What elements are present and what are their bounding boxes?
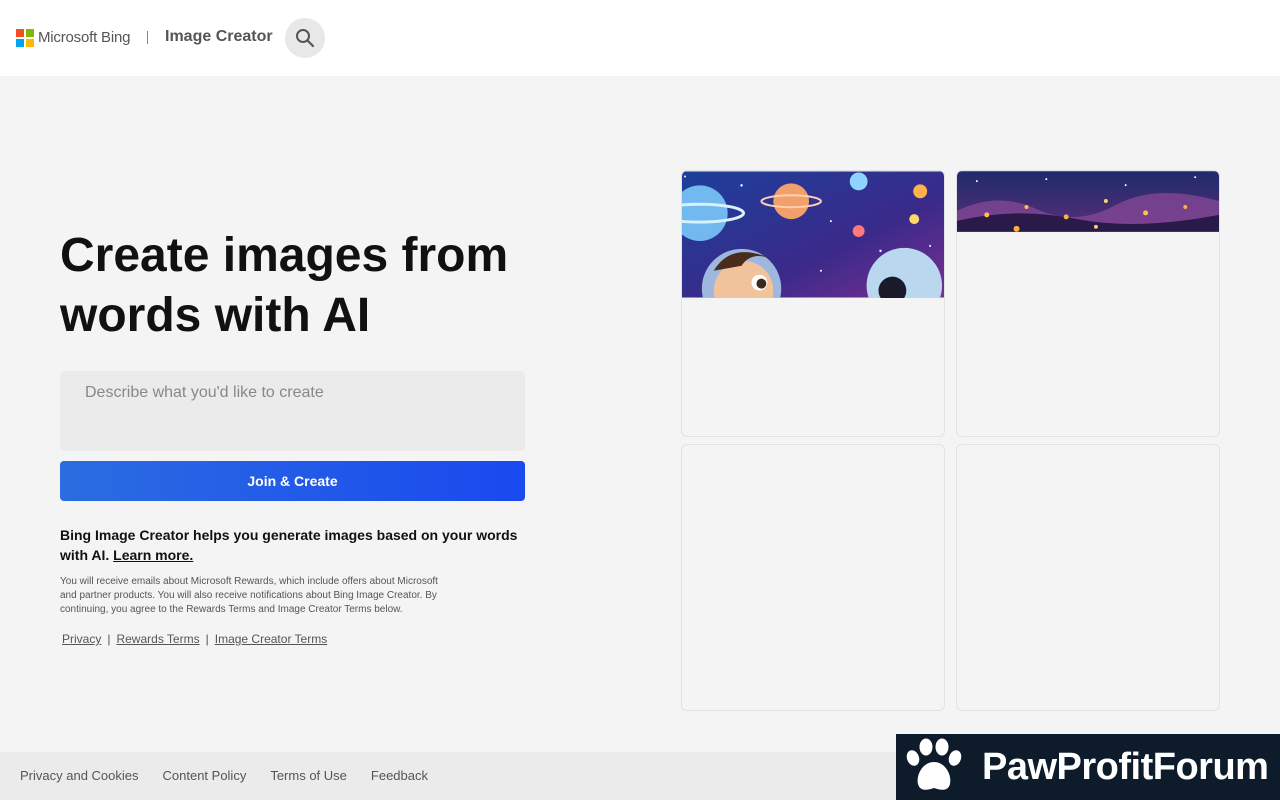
legal-links: Privacy | Rewards Terms | Image Creator …: [62, 632, 327, 646]
watermark-banner: PawProfitForum: [896, 734, 1280, 800]
microsoft-logo-icon[interactable]: [16, 29, 34, 47]
privacy-link[interactable]: Privacy: [62, 632, 101, 646]
gallery-card-astronaut[interactable]: [681, 170, 945, 437]
footer-feedback-link[interactable]: Feedback: [371, 768, 428, 783]
join-and-create-button[interactable]: Join & Create: [60, 461, 525, 501]
legal-separator: |: [205, 632, 209, 646]
footer-links: Privacy and Cookies Content Policy Terms…: [20, 768, 428, 783]
watermark-text: PawProfitForum: [982, 746, 1269, 788]
astronaut-space-image: [682, 171, 944, 298]
gallery-card-empty-1[interactable]: [681, 444, 945, 711]
search-button[interactable]: [285, 18, 325, 58]
fineprint: You will receive emails about Microsoft …: [60, 576, 438, 615]
footer-privacy-link[interactable]: Privacy and Cookies: [20, 768, 139, 783]
footer-terms-link[interactable]: Terms of Use: [270, 768, 347, 783]
app-title[interactable]: Image Creator: [165, 28, 273, 46]
gallery-card-lanterns[interactable]: [956, 170, 1220, 437]
description: Bing Image Creator helps you generate im…: [60, 525, 530, 565]
footer-content-policy-link[interactable]: Content Policy: [163, 768, 247, 783]
header-divider: [147, 31, 148, 44]
lantern-night-image: [957, 171, 1219, 232]
image-creator-terms-link[interactable]: Image Creator Terms: [215, 632, 327, 646]
legal-separator: |: [107, 632, 111, 646]
search-icon: [296, 29, 315, 48]
gallery-card-empty-2[interactable]: [956, 444, 1220, 711]
bing-brand[interactable]: Microsoft Bing: [38, 29, 130, 46]
prompt-input[interactable]: [60, 371, 525, 451]
learn-more-link[interactable]: Learn more.: [113, 547, 193, 563]
top-header: Microsoft Bing Image Creator: [0, 0, 1280, 76]
paw-icon: [906, 738, 962, 790]
hero-title: Create images from words with AI: [60, 229, 509, 342]
rewards-terms-link[interactable]: Rewards Terms: [116, 632, 199, 646]
